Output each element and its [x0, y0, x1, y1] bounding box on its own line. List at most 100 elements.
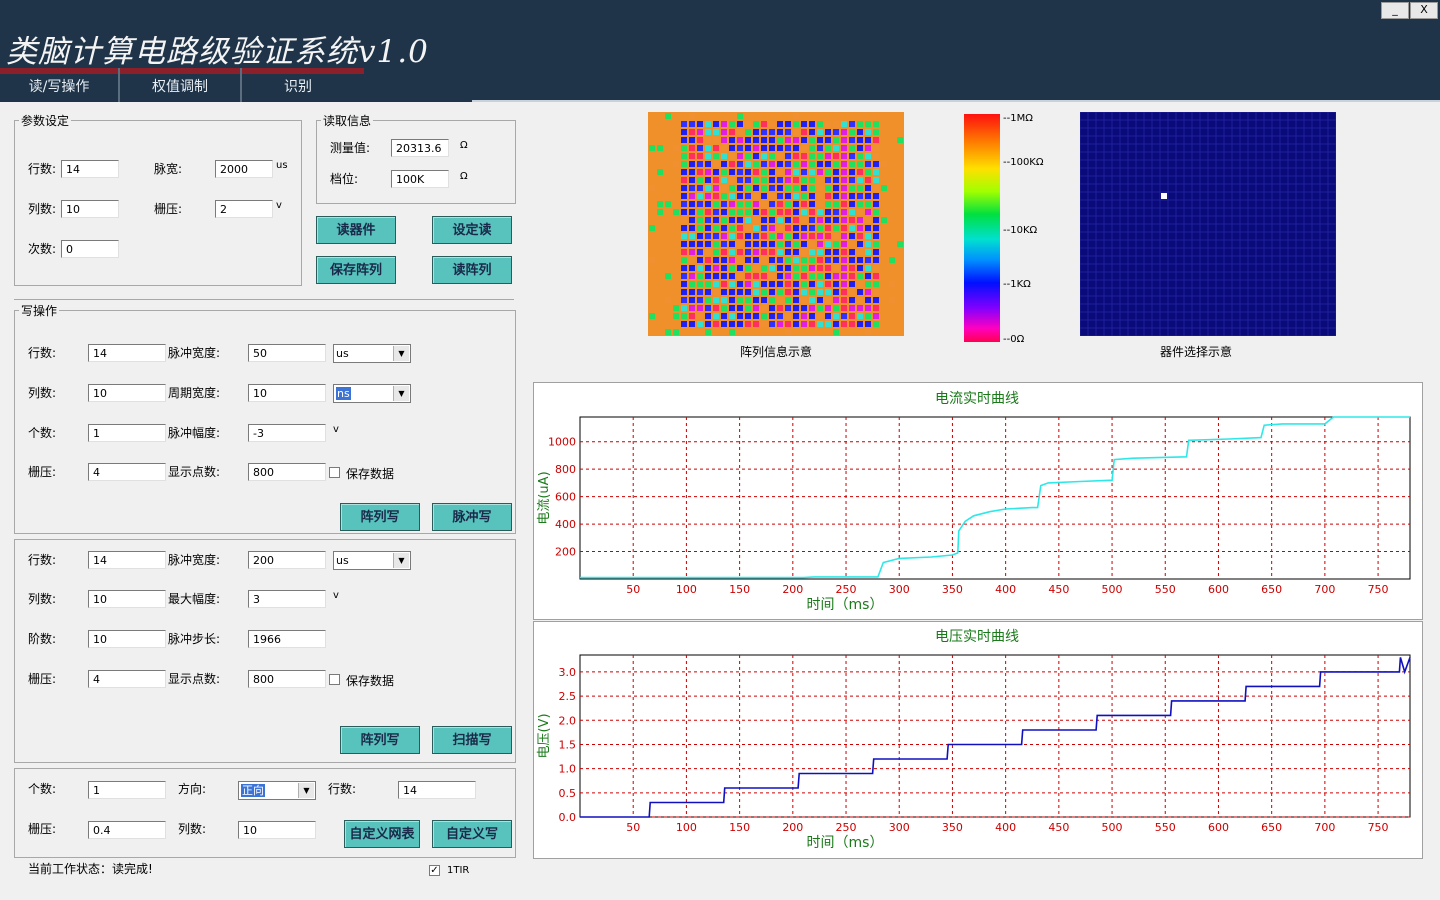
read-device-button[interactable]: 读器件 — [316, 216, 396, 244]
chevron-down-icon[interactable]: ▼ — [393, 386, 409, 401]
array-cell — [665, 129, 671, 135]
array-cell — [849, 281, 855, 287]
array-cell — [665, 161, 671, 167]
array-cell — [881, 169, 887, 175]
chevron-down-icon[interactable]: ▼ — [298, 783, 314, 798]
array-cell — [761, 241, 767, 247]
write-points-input[interactable]: 800 — [248, 463, 326, 481]
array-cell — [697, 177, 703, 183]
array-cell — [697, 233, 703, 239]
write-gate-input[interactable]: 4 — [88, 463, 166, 481]
array-cell — [657, 305, 663, 311]
custom-netlist-button[interactable]: 自定义网表 — [344, 820, 420, 848]
custom-direction-select[interactable]: 正向 ▼ — [238, 781, 316, 800]
array-cell — [889, 289, 895, 295]
sweep-pulse-width-input[interactable]: 200 — [248, 551, 326, 569]
array-cell — [649, 265, 655, 271]
write-save-data-checkbox[interactable] — [329, 467, 340, 478]
array-cell — [705, 153, 711, 159]
array-cell — [809, 137, 815, 143]
sweep-points-input[interactable]: 800 — [248, 670, 326, 688]
params-count-input[interactable]: 0 — [61, 240, 119, 258]
custom-count-input[interactable]: 1 — [88, 781, 166, 799]
sweep-array-write-button[interactable]: 阵列写 — [340, 726, 420, 754]
array-cell — [897, 225, 903, 231]
write-pulse-width-input[interactable]: 50 — [248, 344, 326, 362]
sweep-max-amp-input[interactable]: 3 — [248, 590, 326, 608]
sweep-pulse-width-unit-select[interactable]: us ▼ — [333, 551, 411, 570]
menu-recognition[interactable]: 识别 — [242, 68, 354, 102]
custom-cols-input[interactable]: 10 — [238, 821, 316, 839]
array-cell — [737, 137, 743, 143]
write-amplitude-input[interactable]: -3 — [248, 424, 326, 442]
custom-write-button[interactable]: 自定义写 — [432, 820, 512, 848]
1tir-checkbox[interactable]: ✓ — [429, 865, 440, 876]
array-cell — [769, 233, 775, 239]
params-rows-input[interactable]: 14 — [61, 160, 119, 178]
measured-input[interactable]: 20313.6 — [391, 139, 449, 157]
array-cell — [873, 121, 879, 127]
chevron-down-icon[interactable]: ▼ — [393, 346, 409, 361]
params-gate-input[interactable]: 2 — [215, 200, 273, 218]
array-cell — [817, 137, 823, 143]
sweep-rows-input[interactable]: 14 — [88, 551, 166, 569]
array-cell — [777, 169, 783, 175]
array-cell — [817, 329, 823, 335]
array-cell — [705, 217, 711, 223]
sweep-steps-input[interactable]: 10 — [88, 630, 166, 648]
write-period-input[interactable]: 10 — [248, 384, 326, 402]
array-cell — [761, 217, 767, 223]
write-array-write-button[interactable]: 阵列写 — [340, 503, 420, 531]
x-tick-label: 100 — [676, 821, 697, 834]
pulse-write-button[interactable]: 脉冲写 — [432, 503, 512, 531]
array-cell — [697, 185, 703, 191]
array-cell — [761, 281, 767, 287]
set-read-button[interactable]: 设定读 — [432, 216, 512, 244]
sweep-pulse-step-input[interactable]: 1966 — [248, 630, 326, 648]
array-cell — [817, 241, 823, 247]
array-cell — [697, 161, 703, 167]
array-cell — [705, 121, 711, 127]
sweep-cols-input[interactable]: 10 — [88, 590, 166, 608]
array-cell — [769, 129, 775, 135]
sweep-save-data-checkbox[interactable] — [329, 674, 340, 685]
sweep-gate-input[interactable]: 4 — [88, 670, 166, 688]
array-cell — [793, 169, 799, 175]
custom-gate-input[interactable]: 0.4 — [88, 821, 166, 839]
menu-weight-modulation[interactable]: 权值调制 — [120, 68, 242, 102]
array-cell — [705, 225, 711, 231]
range-input[interactable]: 100K — [391, 170, 449, 188]
array-cell — [785, 177, 791, 183]
write-period-unit-select[interactable]: ns ▼ — [333, 384, 411, 403]
array-cell — [881, 225, 887, 231]
array-cell — [689, 281, 695, 287]
sweep-write-button[interactable]: 扫描写 — [432, 726, 512, 754]
custom-rows-input[interactable]: 14 — [398, 781, 476, 799]
write-pulse-width-unit-select[interactable]: us ▼ — [333, 344, 411, 363]
params-pulse-width-input[interactable]: 2000 — [215, 160, 273, 178]
read-array-button[interactable]: 读阵列 — [432, 256, 512, 284]
write-rows-input[interactable]: 14 — [88, 344, 166, 362]
array-cell — [841, 265, 847, 271]
colorbar-label-1m: --1MΩ — [1003, 113, 1033, 124]
close-button[interactable]: X — [1410, 2, 1438, 19]
params-cols-input[interactable]: 10 — [61, 200, 119, 218]
array-cell — [825, 137, 831, 143]
menu-read-write[interactable]: 读/写操作 — [0, 68, 120, 102]
write-cols-input[interactable]: 10 — [88, 384, 166, 402]
array-cell — [809, 265, 815, 271]
array-cell — [761, 265, 767, 271]
params-legend: 参数设定 — [21, 114, 70, 128]
write-count-input[interactable]: 1 — [88, 424, 166, 442]
array-cell — [665, 281, 671, 287]
array-cell — [713, 273, 719, 279]
array-cell — [681, 273, 687, 279]
array-cell — [817, 113, 823, 119]
minimize-button[interactable]: _ — [1381, 2, 1409, 19]
array-cell — [865, 233, 871, 239]
array-cell — [681, 161, 687, 167]
chevron-down-icon[interactable]: ▼ — [393, 553, 409, 568]
save-array-button[interactable]: 保存阵列 — [316, 256, 396, 284]
write-amplitude-unit: v — [333, 424, 339, 435]
array-cell — [873, 185, 879, 191]
